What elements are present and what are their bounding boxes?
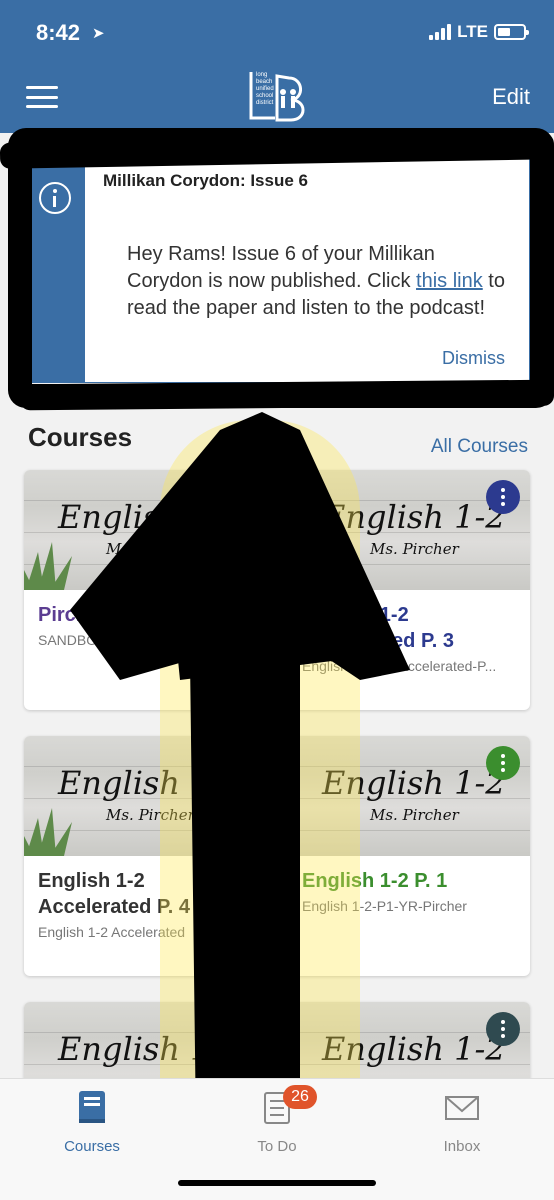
tab-label: To Do [257, 1138, 297, 1155]
scribble-stroke [19, 379, 554, 411]
tab-courses[interactable]: Courses [32, 1089, 152, 1155]
succulent-plant-icon [24, 542, 72, 590]
yellow-highlight-annotation [160, 420, 360, 1140]
tab-inbox[interactable]: Inbox [402, 1089, 522, 1155]
logo-text: long beach unified school district [256, 72, 274, 106]
course-options-button[interactable] [486, 746, 520, 780]
tab-label: Inbox [443, 1138, 481, 1155]
courses-heading: Courses [28, 422, 133, 452]
location-arrow-icon: ➤ [92, 25, 105, 42]
todo-count-badge: 26 [283, 1085, 317, 1109]
all-courses-link[interactable]: All Courses [431, 436, 528, 458]
status-time: 8:42 [36, 20, 81, 45]
app-header: 8:42 ➤ LTE long beach unified school dis… [0, 0, 554, 133]
home-indicator [178, 1180, 376, 1186]
tab-label: Courses [64, 1138, 120, 1155]
course-sign-subtitle: Ms. Pircher [370, 806, 459, 824]
network-label: LTE [457, 22, 488, 41]
tab-todo[interactable]: 26 To Do [217, 1085, 337, 1155]
status-indicators: LTE [429, 22, 529, 42]
hamburger-menu-icon[interactable] [26, 86, 58, 108]
course-options-button[interactable] [486, 1012, 520, 1046]
succulent-plant-icon [24, 808, 72, 856]
envelope-icon [445, 1096, 479, 1120]
course-options-button[interactable] [486, 480, 520, 514]
battery-icon [494, 24, 529, 40]
book-icon [79, 1091, 105, 1123]
course-sign-subtitle: Ms. Pircher [370, 540, 459, 558]
edit-button[interactable]: Edit [492, 84, 530, 110]
scribble-box-annotation [8, 128, 554, 408]
signal-icon [429, 24, 452, 40]
